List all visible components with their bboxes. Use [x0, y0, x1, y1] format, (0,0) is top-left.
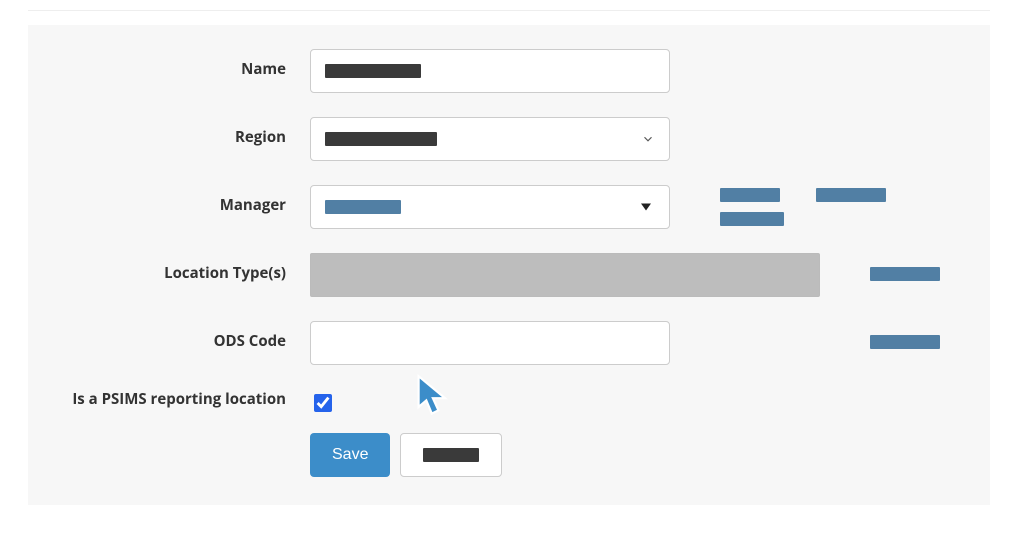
top-divider	[28, 10, 990, 11]
row-name: Name	[60, 49, 958, 93]
location-type-link[interactable]	[870, 267, 940, 281]
chevron-down-icon	[641, 132, 655, 146]
form-panel: Name Region Manager	[28, 25, 990, 505]
redacted-value	[325, 200, 401, 214]
psims-checkbox[interactable]	[314, 394, 332, 412]
manager-link-b[interactable]	[720, 212, 784, 226]
label-manager: Manager	[60, 185, 310, 216]
manager-select[interactable]	[310, 185, 670, 229]
redacted-value	[423, 448, 479, 462]
location-type-input[interactable]	[310, 253, 820, 297]
redacted-value	[325, 64, 421, 78]
label-location-type: Location Type(s)	[60, 253, 310, 284]
row-manager: Manager	[60, 185, 958, 229]
label-psims: Is a PSIMS reporting location	[60, 389, 310, 410]
region-select[interactable]	[310, 117, 670, 161]
cancel-button[interactable]	[400, 433, 502, 477]
redacted-value	[325, 132, 437, 146]
label-ods-code: ODS Code	[60, 321, 310, 352]
row-location-type: Location Type(s)	[60, 253, 958, 297]
row-ods-code: ODS Code	[60, 321, 958, 365]
name-input[interactable]	[310, 49, 670, 93]
caret-down-icon	[641, 204, 651, 211]
manager-link-c[interactable]	[816, 188, 886, 202]
row-psims: Is a PSIMS reporting location	[60, 389, 958, 415]
ods-code-link[interactable]	[870, 335, 940, 349]
row-region: Region	[60, 117, 958, 161]
ods-code-input[interactable]	[310, 321, 670, 365]
label-region: Region	[60, 117, 310, 148]
manager-link-a[interactable]	[720, 188, 780, 202]
row-actions: Save	[60, 433, 958, 477]
manager-links-stack	[720, 188, 784, 226]
label-name: Name	[60, 49, 310, 80]
save-button[interactable]: Save	[310, 433, 390, 477]
